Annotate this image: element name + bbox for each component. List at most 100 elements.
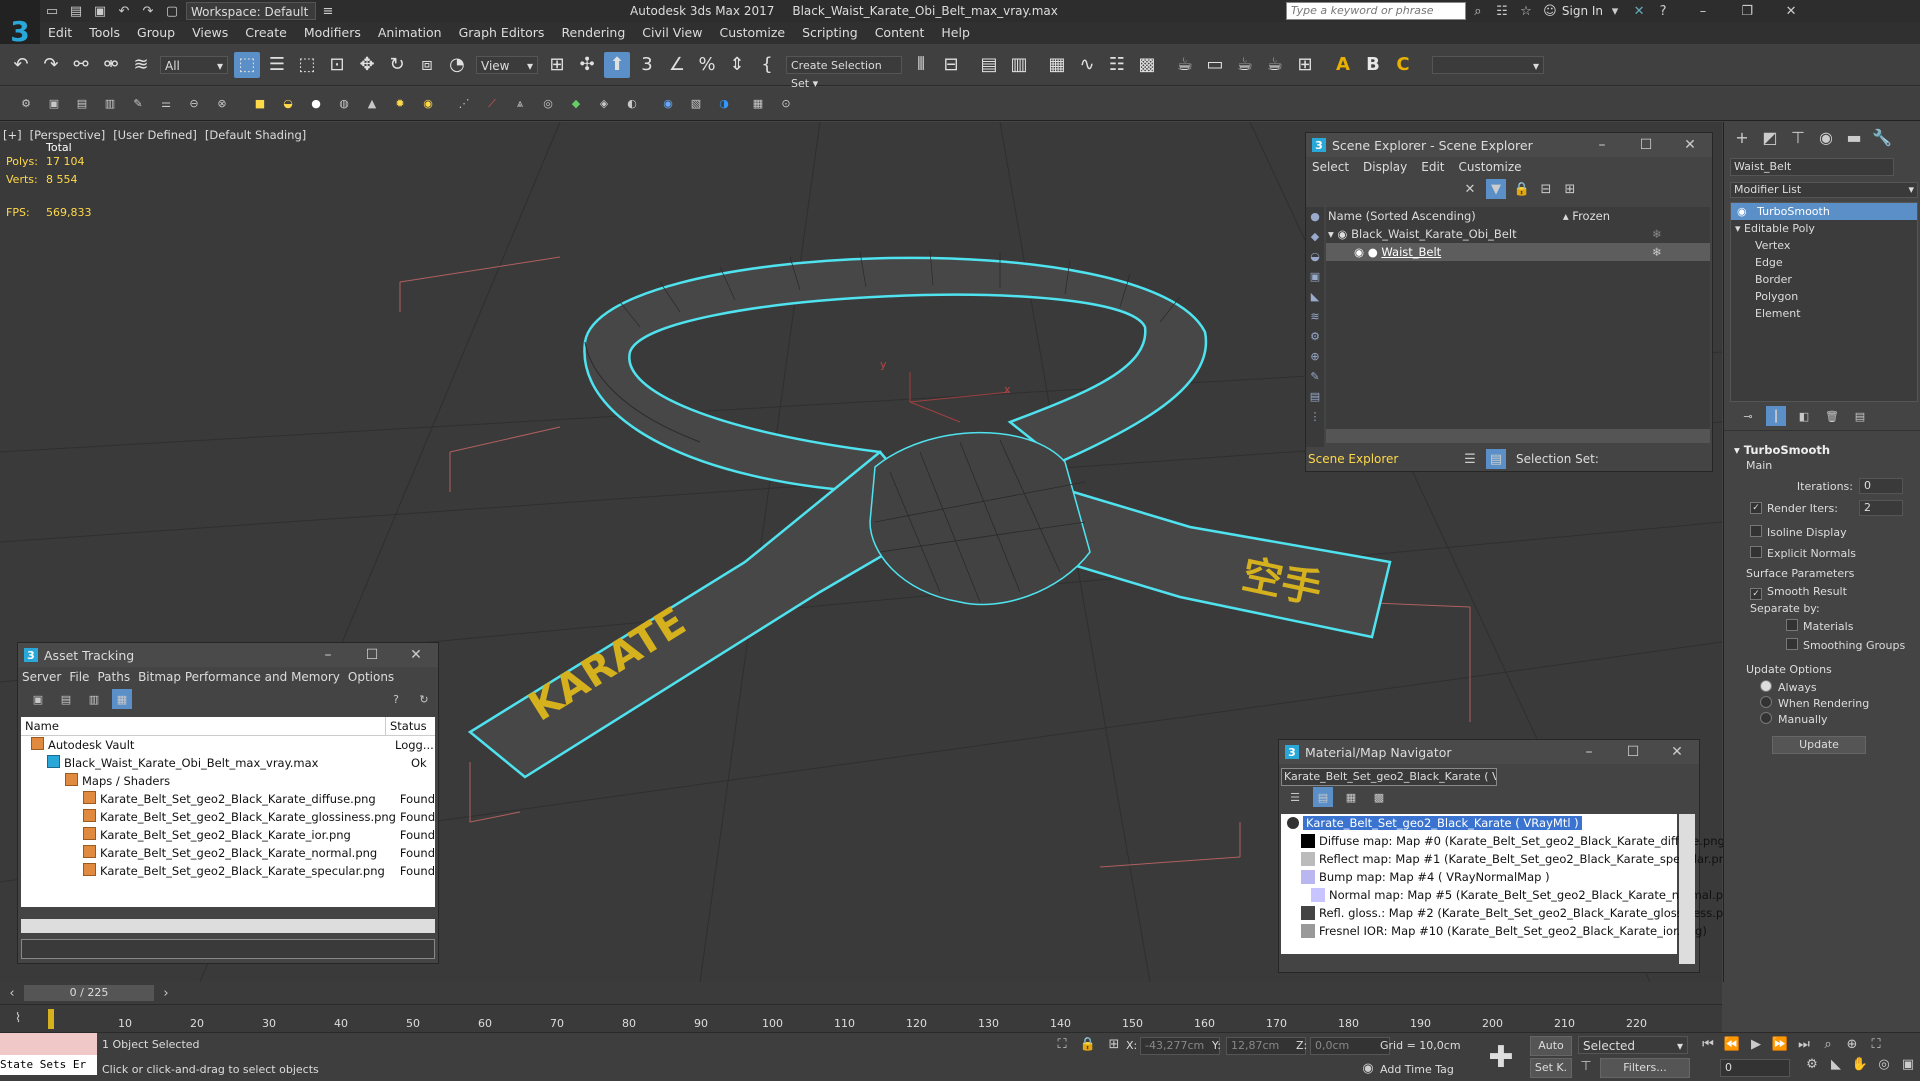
play-icon[interactable]: ▶ [1748, 1037, 1764, 1052]
vray-sphere-icon[interactable]: ◎ [538, 94, 558, 114]
binoculars-icon[interactable]: ⌕ [1470, 4, 1486, 19]
selection-filter-dropdown[interactable]: All ▾ [160, 55, 228, 74]
asset-row[interactable]: Karate_Belt_Set_geo2_Black_Karate_glossi… [21, 808, 435, 826]
redo-icon[interactable]: ↷ [38, 52, 64, 78]
scene-explorer-icon[interactable]: ▤ [976, 52, 1002, 78]
pan-icon[interactable]: ✋ [1852, 1057, 1868, 1072]
align-icon[interactable]: ⊟ [938, 52, 964, 78]
close-icon[interactable]: ✕ [394, 647, 438, 663]
favorites-star-icon[interactable]: ☆ [1518, 4, 1534, 19]
lock-icon[interactable]: 🔒 [1514, 182, 1530, 197]
vray-ambient-light-icon[interactable]: ◉ [418, 94, 438, 114]
select-manipulate-icon[interactable]: ✣ [574, 52, 600, 78]
asset-row[interactable]: Karate_Belt_Set_geo2_Black_Karate_normal… [21, 844, 435, 862]
stack-item-element[interactable]: Element [1731, 305, 1917, 322]
close-icon[interactable]: ✕ [1668, 137, 1712, 153]
minimize-icon[interactable]: – [306, 647, 350, 663]
iterations-spinner[interactable]: 0 [1859, 478, 1903, 494]
at-col-status[interactable]: Status [385, 717, 427, 735]
sort-icon[interactable]: ⊞ [1562, 182, 1578, 197]
maximize-icon[interactable]: ☐ [350, 647, 394, 663]
menu-customize[interactable]: Customize [719, 22, 785, 44]
menu-tools[interactable]: Tools [89, 22, 120, 44]
vray-dome-light-icon[interactable]: ◒ [278, 94, 298, 114]
go-to-start-icon[interactable]: ⏮ [1700, 1037, 1716, 1052]
render-iters-checkbox[interactable]: ✓ [1750, 502, 1762, 514]
explicit-normals-checkbox[interactable] [1750, 546, 1762, 558]
show-end-result-icon[interactable]: ┃ [1766, 406, 1786, 426]
absolute-mode-icon[interactable]: ⊞ [1106, 1037, 1122, 1052]
at-menu-file[interactable]: File [69, 670, 89, 684]
viewport-pov-menu[interactable]: [Perspective] [30, 128, 106, 142]
vray-tool-6-icon[interactable]: ⚌ [156, 94, 176, 114]
vray-b-icon[interactable]: B [1360, 52, 1386, 78]
vray-sphere-light-icon[interactable]: ● [306, 94, 326, 114]
smooth-result-row[interactable]: ✓ Smooth Result [1724, 585, 1920, 602]
spinner-snap-icon[interactable]: ⇕ [724, 52, 750, 78]
menu-modifiers[interactable]: Modifiers [304, 22, 361, 44]
time-slider[interactable]: ‹ 0 / 225 › [0, 982, 1722, 1004]
key-filter-dropdown[interactable]: Selected ▾ [1578, 1036, 1688, 1054]
isolate-selection-icon[interactable]: ⛶ [1054, 1037, 1070, 1052]
at-menu-options[interactable]: Options [348, 670, 394, 684]
vray-tool-2-icon[interactable]: ▣ [44, 94, 64, 114]
smoothing-groups-row[interactable]: Smoothing Groups [1724, 638, 1920, 657]
help-icon[interactable]: ? [1655, 4, 1671, 19]
materials-checkbox[interactable] [1786, 619, 1798, 631]
fov-icon[interactable]: ◣ [1828, 1057, 1844, 1072]
at-menu-bitmap[interactable]: Bitmap Performance and Memory [138, 670, 340, 684]
state-sets-field[interactable]: State Sets Er [0, 1055, 97, 1075]
create-tab-icon[interactable]: + [1731, 126, 1753, 148]
se-filter-icons[interactable]: ● ◆ ◒ ▣ ◣ ≋ ⚙ ⊕ ✎ ▤ ⋮ [1306, 207, 1324, 427]
explicit-normals-row[interactable]: Explicit Normals [1724, 546, 1920, 567]
at-help-icon[interactable]: ? [386, 689, 406, 709]
at-tool-4-icon[interactable]: ▦ [112, 689, 132, 709]
next-frame-icon[interactable]: › [158, 986, 174, 1001]
reference-coordinate-dropdown[interactable]: View ▾ [476, 55, 538, 74]
vray-physical-camera-icon[interactable]: ◉ [658, 94, 678, 114]
freeze-icon[interactable]: ❄ [1652, 225, 1662, 243]
large-icons-view-icon[interactable]: ▩ [1369, 787, 1389, 807]
vray-tool-5-icon[interactable]: ✎ [128, 94, 148, 114]
list-icons-view-icon[interactable]: ▤ [1313, 787, 1333, 807]
curve-editor-icon[interactable]: ∿ [1074, 52, 1100, 78]
at-refresh-icon[interactable]: ↻ [414, 689, 434, 709]
link-icon[interactable]: ⚯ [68, 52, 94, 78]
map-row[interactable]: Refl. gloss.: Map #2 (Karate_Belt_Set_ge… [1281, 904, 1742, 922]
render-production-icon[interactable]: ☕ [1232, 52, 1258, 78]
mmn-titlebar[interactable]: 3 Material/Map Navigator – ☐ ✕ [1279, 740, 1699, 764]
object-name-field[interactable]: Waist_Belt [1730, 158, 1894, 176]
toolbar-extra-dropdown[interactable]: ▾ [1432, 55, 1544, 74]
when-rendering-radio[interactable] [1760, 696, 1772, 708]
minimize-icon[interactable]: – [1695, 4, 1711, 19]
snaps-toggle-icon[interactable]: 3 [634, 52, 660, 78]
at-tool-3-icon[interactable]: ▥ [84, 689, 104, 709]
turbosmooth-rollout-header[interactable]: ▾ TurboSmooth [1724, 441, 1920, 459]
maximize-viewport-icon[interactable]: ▣ [1900, 1057, 1916, 1072]
se-menu-edit[interactable]: Edit [1421, 160, 1444, 174]
at-tool-1-icon[interactable]: ▣ [28, 689, 48, 709]
material-row[interactable]: Karate_Belt_Set_geo2_Black_Karate ( VRay… [1281, 814, 1677, 832]
mmn-vscrollbar[interactable] [1679, 814, 1695, 964]
stack-item-editable-poly[interactable]: ▾ Editable Poly [1731, 220, 1917, 237]
small-icons-view-icon[interactable]: ▦ [1341, 787, 1361, 807]
asset-row[interactable]: Autodesk Vault Logg... [21, 736, 435, 754]
map-row[interactable]: Normal map: Map #5 (Karate_Belt_Set_geo2… [1281, 886, 1742, 904]
vray-clipper-icon[interactable]: ◆ [566, 94, 586, 114]
current-frame-field[interactable]: 0 [1720, 1059, 1790, 1077]
sign-in-dropdown-icon[interactable]: ▾ [1607, 4, 1623, 19]
vray-tool-4-icon[interactable]: ▥ [100, 94, 120, 114]
sign-in-link[interactable]: Sign In [1562, 4, 1603, 18]
ribbon-icon[interactable]: ▦ [1044, 52, 1070, 78]
viewport-shading-menu[interactable]: [Default Shading] [205, 128, 306, 142]
x-coord-field[interactable]: -43,277cm [1140, 1037, 1220, 1055]
menu-rendering[interactable]: Rendering [561, 22, 625, 44]
go-to-end-icon[interactable]: ⏭ [1796, 1037, 1812, 1052]
stack-item-turbosmooth[interactable]: ◉ TurboSmooth [1731, 203, 1917, 220]
project-icon[interactable]: ▢ [164, 4, 180, 19]
edit-named-selection-icon[interactable]: { [754, 52, 780, 78]
motion-tab-icon[interactable]: ◉ [1815, 126, 1837, 148]
asset-row[interactable]: Maps / Shaders [21, 772, 435, 790]
vray-sun-icon[interactable]: ✹ [390, 94, 410, 114]
hierarchy-icon[interactable]: ⊟ [1538, 182, 1554, 197]
